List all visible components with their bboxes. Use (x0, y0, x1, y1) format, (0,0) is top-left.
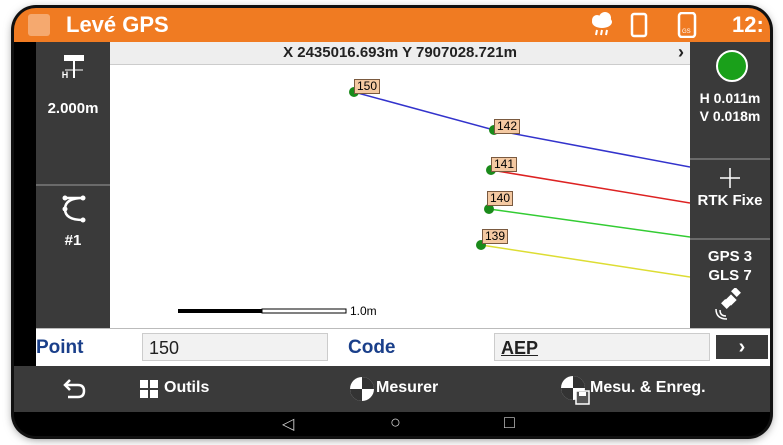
status-indicator (716, 50, 748, 82)
chevron-right-icon[interactable]: › (678, 42, 684, 63)
scale-bar-black (178, 309, 262, 313)
stakeout-line-button[interactable]: #1 (36, 186, 110, 328)
code-input[interactable]: AEP (494, 333, 710, 361)
gps-count: GPS 3 (707, 248, 753, 265)
satellite-icon (715, 288, 741, 320)
map-canvas[interactable]: 150 142 141 140 139 1.0m (110, 65, 690, 328)
line-142 (493, 129, 690, 168)
measure-save-button[interactable]: Mesu. & Enreg. (560, 374, 730, 405)
android-nav-bar: ◁ ○ □ (14, 412, 770, 436)
point-label: Point (36, 337, 84, 358)
antenna-h-label: H (61, 70, 69, 80)
coordinates-text: X 2435016.693m Y 7907028.721m (283, 44, 517, 61)
undo-arrow-icon (63, 379, 86, 399)
precision-h: H 0.011m (699, 90, 761, 106)
antenna-height-button[interactable]: H 2.000m (36, 42, 110, 182)
line-140 (488, 208, 690, 238)
title-bar: Levé GPS GS 12: (14, 8, 770, 42)
nav-recent-icon[interactable]: □ (504, 412, 515, 433)
point-label-139: 139 (482, 229, 509, 244)
point-label-141: 141 (491, 157, 518, 172)
measure-save-label: Mesu. & Enreg. (590, 379, 706, 396)
bottom-toolbar: Outils Mesurer Mesu. & Enreg. (14, 366, 770, 412)
gls-count: GLS 7 (708, 267, 752, 284)
device-label: GS (682, 29, 691, 35)
line-150 (353, 91, 495, 131)
battery-icon (630, 12, 648, 38)
point-input[interactable]: 150 (142, 333, 328, 361)
precision-button[interactable]: H 0.011m V 0.018m (690, 42, 770, 156)
precision-v: V 0.018m (699, 108, 761, 124)
satellites-button[interactable]: GPS 3 GLS 7 (690, 240, 770, 328)
coordinates-bar[interactable]: X 2435016.693m Y 7907028.721m › (110, 42, 690, 65)
next-button[interactable]: › (716, 335, 768, 359)
scale-label: 1.0m (350, 304, 377, 318)
target-icon (350, 377, 374, 401)
line-139 (480, 244, 690, 278)
input-row: Point 150 Code AEP › (36, 328, 770, 367)
scale-bar-white (261, 308, 347, 314)
stakeout-number: #1 (64, 232, 82, 249)
app-icon (28, 14, 50, 36)
app-title: Levé GPS (66, 12, 169, 37)
grid-icon (140, 380, 158, 398)
point-label-140: 140 (487, 191, 514, 206)
tools-label: Outils (164, 379, 210, 396)
tools-button[interactable]: Outils (140, 376, 250, 402)
antenna-height-value: 2.000m (47, 100, 99, 117)
right-panel: H 0.011m V 0.018m RTK Fixe GPS 3 GLS 7 (690, 42, 770, 328)
measure-label: Mesurer (376, 379, 439, 396)
polyline-icon (62, 195, 86, 223)
nav-home-icon[interactable]: ○ (390, 412, 401, 433)
solution-button[interactable]: RTK Fixe (690, 160, 770, 238)
cloud-rain-icon (592, 12, 612, 36)
left-panel: H 2.000m #1 (36, 42, 110, 328)
nav-back-icon[interactable]: ◁ (282, 414, 294, 434)
point-label-150: 150 (354, 79, 381, 94)
target-save-icon (561, 376, 590, 405)
back-button[interactable] (60, 376, 88, 402)
gps-device-icon: GS (677, 12, 697, 38)
line-141 (490, 169, 690, 204)
solution-type: RTK Fixe (697, 192, 763, 209)
code-label: Code (348, 337, 396, 358)
device-frame: Levé GPS GS 12: H 2.000m #1 X 2435016.69… (14, 8, 770, 436)
point-label-142: 142 (494, 119, 521, 134)
code-value: AEP (501, 338, 539, 358)
crosshair-icon (720, 168, 740, 188)
map-svg (178, 87, 690, 314)
clock: 12: (732, 12, 764, 37)
measure-button[interactable]: Mesurer (348, 374, 458, 404)
